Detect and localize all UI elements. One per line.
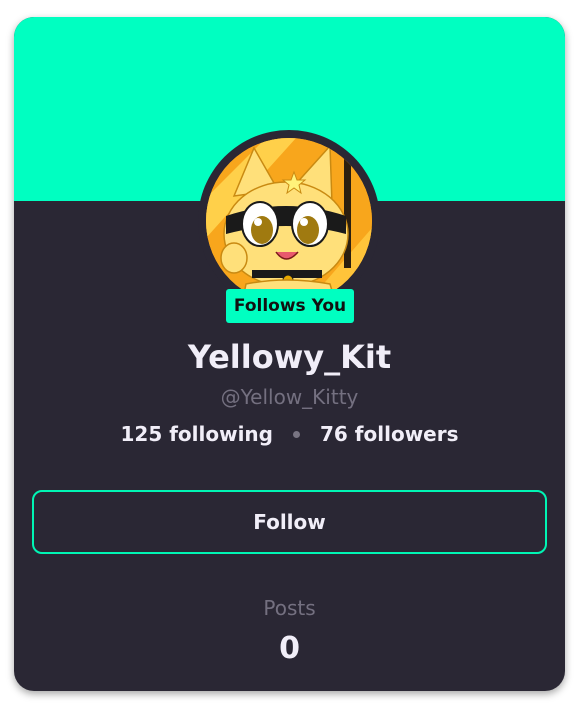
avatar[interactable]	[206, 138, 372, 304]
follow-stats: 125 following 76 followers	[14, 419, 565, 449]
followers-count-link[interactable]: 76 followers	[320, 422, 459, 446]
follows-you-badge: Follows You	[226, 289, 354, 323]
separator-dot-icon	[293, 431, 300, 438]
profile-card: Follows You Yellowy_Kit @Yellow_Kitty 12…	[14, 17, 565, 691]
follow-button[interactable]: Follow	[32, 490, 547, 554]
posts-label: Posts	[263, 596, 316, 620]
display-name: Yellowy_Kit	[187, 338, 392, 376]
following-count-link[interactable]: 125 following	[121, 422, 274, 446]
posts-count: 0	[279, 631, 300, 666]
avatar-frame	[198, 130, 380, 312]
yellow-cat-avatar-image	[206, 138, 372, 304]
username-handle: @Yellow_Kitty	[220, 385, 359, 409]
